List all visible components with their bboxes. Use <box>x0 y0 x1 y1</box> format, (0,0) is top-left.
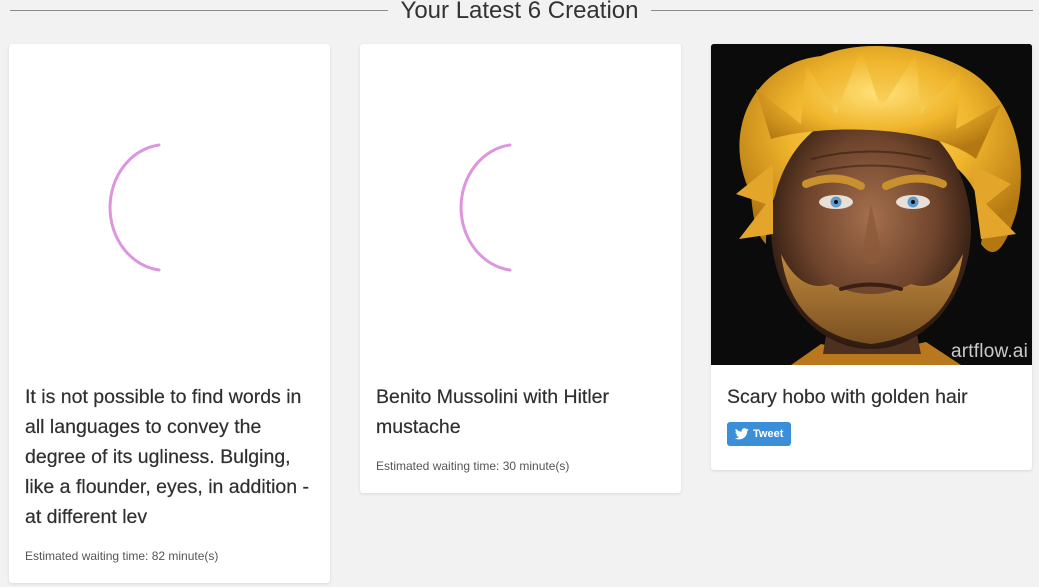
waiting-time: Estimated waiting time: 30 minute(s) <box>376 459 570 473</box>
section-header: Your Latest 6 Creation <box>0 0 1039 24</box>
generated-image[interactable]: artflow.ai <box>711 44 1032 365</box>
loading-spinner <box>9 44 330 365</box>
creation-card: artflow.ai Scary hobo with golden hair T… <box>711 44 1032 470</box>
card-title: It is not possible to find words in all … <box>25 386 310 528</box>
spinner-icon <box>108 143 161 272</box>
section-title: Your Latest 6 Creation <box>400 0 639 24</box>
card-title: Benito Mussolini with Hitler mustache <box>376 386 610 438</box>
creation-card: It is not possible to find words in all … <box>9 44 330 583</box>
watermark: artflow.ai <box>951 341 1028 362</box>
tweet-label: Tweet <box>753 428 784 440</box>
loading-spinner <box>360 44 681 365</box>
waiting-time: Estimated waiting time: 82 minute(s) <box>25 549 219 563</box>
creation-card: Benito Mussolini with Hitler mustache Es… <box>360 44 681 493</box>
twitter-bird-icon <box>734 428 749 440</box>
portrait-illustration <box>711 44 1032 365</box>
tweet-button[interactable]: Tweet <box>727 422 792 446</box>
header-divider-left <box>10 10 388 11</box>
spinner-icon <box>459 143 512 272</box>
card-title: Scary hobo with golden hair <box>727 386 968 408</box>
header-divider-right <box>651 10 1033 11</box>
